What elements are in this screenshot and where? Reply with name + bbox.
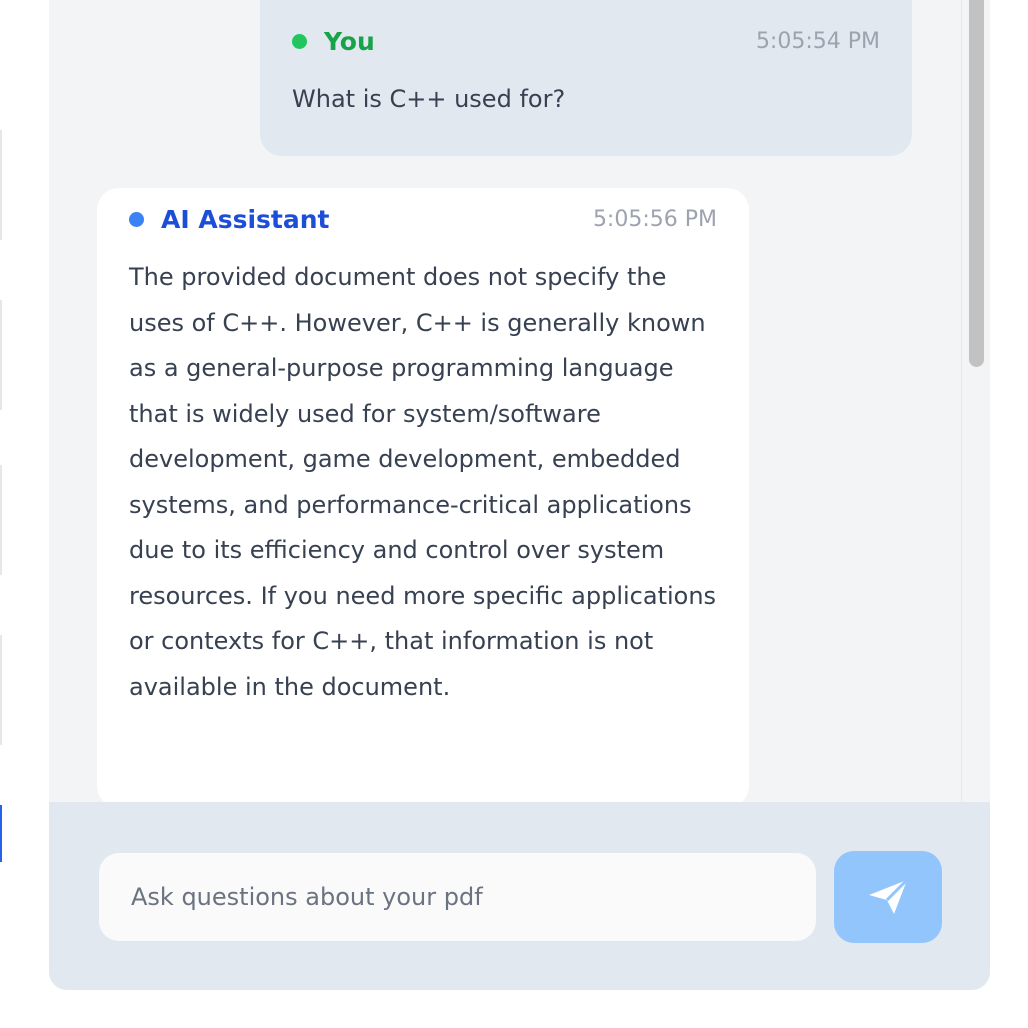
sidebar-edge-item[interactable] (0, 300, 2, 410)
assistant-message: AI Assistant 5:05:56 PM The provided doc… (97, 188, 749, 802)
status-dot-icon (129, 211, 144, 227)
sender-name: AI Assistant (161, 204, 330, 234)
sidebar-edge-item[interactable] (0, 130, 2, 240)
sender-name: You (324, 26, 375, 56)
user-message: You 5:05:54 PM What is C++ used for? (260, 0, 912, 156)
sidebar-edge-item[interactable] (0, 635, 2, 745)
question-input[interactable] (99, 853, 816, 941)
sidebar-edge-item[interactable] (0, 465, 2, 575)
message-timestamp: 5:05:54 PM (755, 28, 880, 54)
message-header: You 5:05:54 PM (292, 25, 880, 57)
message-list[interactable]: You 5:05:54 PM What is C++ used for? AI … (49, 0, 961, 802)
message-text: The provided document does not specify t… (129, 263, 717, 701)
message-header: AI Assistant 5:05:56 PM (129, 203, 717, 235)
send-icon (869, 878, 909, 914)
chat-panel: You 5:05:54 PM What is C++ used for? AI … (49, 0, 990, 990)
online-dot-icon (292, 33, 307, 49)
message-timestamp: 5:05:56 PM (592, 206, 717, 232)
scrollbar-thumb[interactable] (969, 0, 984, 367)
composer (49, 802, 990, 990)
send-button[interactable] (834, 851, 942, 943)
sidebar-edge-item-active[interactable] (0, 805, 2, 862)
message-text: What is C++ used for? (292, 85, 566, 113)
